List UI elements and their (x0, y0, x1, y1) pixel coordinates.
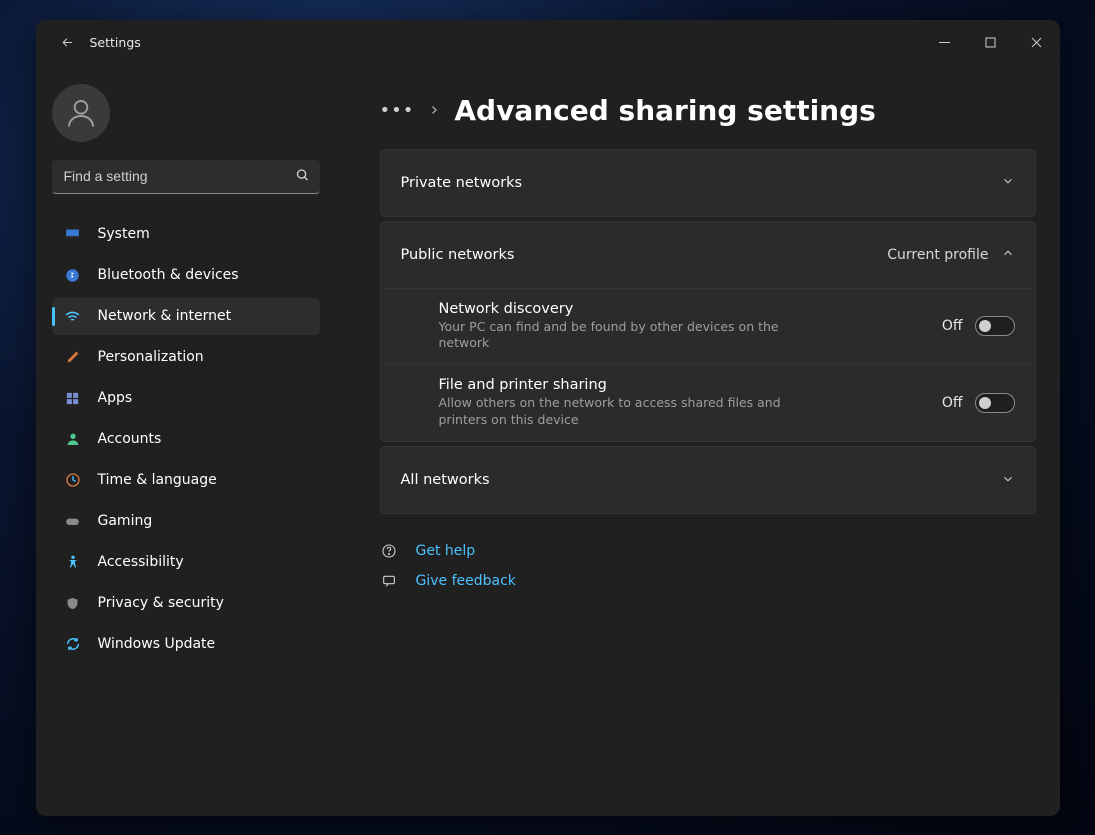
sidebar-item-accounts[interactable]: Accounts (52, 421, 320, 458)
sidebar-item-label: Time & language (98, 472, 217, 488)
setting-description: Allow others on the network to access sh… (439, 395, 799, 429)
display-icon (64, 225, 82, 243)
sidebar-item-label: Network & internet (98, 308, 232, 324)
chevron-right-icon (428, 101, 440, 120)
chevron-up-icon (1001, 245, 1015, 264)
help-icon (380, 542, 398, 560)
nav-list: System Bluetooth & devices Network & int… (52, 216, 320, 663)
setting-title: File and printer sharing (439, 377, 926, 393)
chevron-down-icon (1001, 471, 1015, 490)
get-help-link[interactable]: Get help (380, 542, 1036, 560)
sidebar-item-label: Bluetooth & devices (98, 267, 239, 283)
footer-links: Get help Give feedback (380, 542, 1036, 590)
titlebar: Settings (36, 20, 1060, 66)
sidebar-item-accessibility[interactable]: Accessibility (52, 544, 320, 581)
apps-icon (64, 389, 82, 407)
back-button[interactable] (54, 29, 82, 57)
feedback-icon (380, 572, 398, 590)
network-discovery-toggle[interactable] (975, 316, 1015, 336)
sidebar-item-bluetooth[interactable]: Bluetooth & devices (52, 257, 320, 294)
panel-title: Private networks (401, 175, 523, 191)
brush-icon (64, 348, 82, 366)
sidebar-item-privacy[interactable]: Privacy & security (52, 585, 320, 622)
clock-globe-icon (64, 471, 82, 489)
sidebar-item-label: Personalization (98, 349, 204, 365)
sidebar-item-label: Accessibility (98, 554, 184, 570)
chevron-down-icon (1001, 173, 1015, 192)
link-label: Give feedback (416, 573, 516, 589)
maximize-button[interactable] (968, 24, 1014, 62)
sidebar-item-personalization[interactable]: Personalization (52, 339, 320, 376)
panel-title: Public networks (401, 247, 515, 263)
person-icon (64, 430, 82, 448)
panel-public-header[interactable]: Public networks Current profile (381, 222, 1035, 288)
sidebar-item-label: Accounts (98, 431, 162, 447)
app-title: Settings (90, 35, 141, 50)
shield-icon (64, 594, 82, 612)
search-input[interactable] (52, 160, 320, 194)
row-network-discovery: Network discovery Your PC can find and b… (381, 288, 1035, 365)
search-box[interactable] (52, 160, 320, 194)
sidebar-item-gaming[interactable]: Gaming (52, 503, 320, 540)
avatar (52, 84, 110, 142)
sidebar-item-label: Privacy & security (98, 595, 224, 611)
sidebar-item-time-language[interactable]: Time & language (52, 462, 320, 499)
sidebar-item-apps[interactable]: Apps (52, 380, 320, 417)
panel-all-networks[interactable]: All networks (380, 446, 1036, 514)
current-profile-label: Current profile (887, 247, 988, 263)
breadcrumb: ••• Advanced sharing settings (380, 94, 1036, 127)
sidebar-item-network[interactable]: Network & internet (52, 298, 320, 335)
panel-private-networks[interactable]: Private networks (380, 149, 1036, 217)
sidebar-item-windows-update[interactable]: Windows Update (52, 626, 320, 663)
gamepad-icon (64, 512, 82, 530)
window-controls (922, 24, 1060, 62)
close-button[interactable] (1014, 24, 1060, 62)
toggle-state-label: Off (942, 395, 963, 411)
minimize-button[interactable] (922, 24, 968, 62)
link-label: Get help (416, 543, 476, 559)
breadcrumb-more-button[interactable]: ••• (380, 100, 415, 121)
row-file-printer-sharing: File and printer sharing Allow others on… (381, 364, 1035, 441)
setting-title: Network discovery (439, 301, 926, 317)
sidebar: System Bluetooth & devices Network & int… (36, 66, 336, 816)
sidebar-item-system[interactable]: System (52, 216, 320, 253)
file-printer-sharing-toggle[interactable] (975, 393, 1015, 413)
give-feedback-link[interactable]: Give feedback (380, 572, 1036, 590)
update-icon (64, 635, 82, 653)
sidebar-item-label: Gaming (98, 513, 153, 529)
panel-public-networks: Public networks Current profile Network … (380, 221, 1036, 443)
bluetooth-icon (64, 266, 82, 284)
main-content: ••• Advanced sharing settings Private ne… (336, 66, 1060, 816)
sidebar-item-label: System (98, 226, 150, 242)
toggle-state-label: Off (942, 318, 963, 334)
settings-window: Settings System (36, 20, 1060, 816)
sidebar-item-label: Windows Update (98, 636, 216, 652)
panel-title: All networks (401, 472, 490, 488)
sidebar-item-label: Apps (98, 390, 133, 406)
accessibility-icon (64, 553, 82, 571)
profile-area[interactable] (52, 66, 320, 160)
page-title: Advanced sharing settings (454, 94, 875, 127)
setting-description: Your PC can find and be found by other d… (439, 319, 799, 353)
search-icon (295, 167, 310, 186)
wifi-icon (64, 307, 82, 325)
